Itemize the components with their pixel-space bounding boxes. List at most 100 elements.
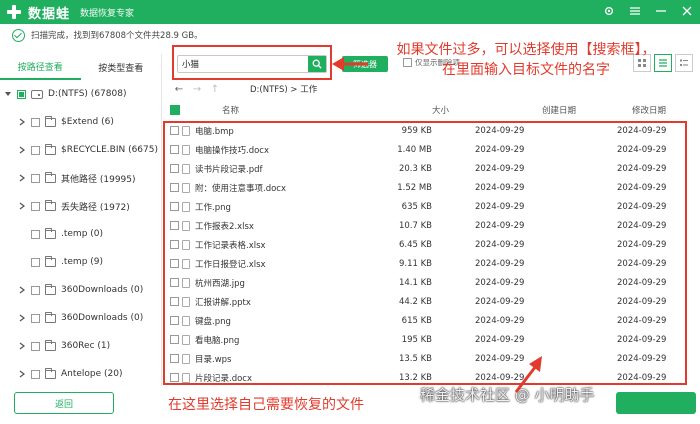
caret-right-icon[interactable] <box>18 202 26 210</box>
row-checkbox[interactable] <box>170 316 179 325</box>
app-logo-icon <box>6 4 22 20</box>
table-row[interactable]: 电脑操作技巧.docx 1.40 MB 2024-09-29 2024-09-29 <box>162 140 700 159</box>
file-modified: 2024-09-29 <box>617 163 667 174</box>
tree-item[interactable]: 其他路径 (19995) <box>18 170 136 186</box>
file-name: 工作.png <box>195 202 231 213</box>
row-checkbox[interactable] <box>170 354 179 363</box>
caret-right-icon[interactable] <box>18 174 26 182</box>
menu-icon[interactable] <box>628 4 642 18</box>
table-row[interactable]: 工作日报登记.xlsx 9.11 KB 2024-09-29 2024-09-29 <box>162 254 700 273</box>
tab-by-type[interactable]: 按类型查看 <box>81 54 162 80</box>
title-bar: 数据蛙 数据恢复专家 <box>0 0 700 24</box>
file-created: 2024-09-29 <box>475 163 525 174</box>
tab-by-path[interactable]: 按路径查看 <box>0 54 81 80</box>
row-checkbox[interactable] <box>170 278 179 287</box>
tree-item-checkbox[interactable] <box>31 285 40 295</box>
table-row[interactable]: 杭州西湖.jpg 14.1 KB 2024-09-29 2024-09-29 <box>162 273 700 292</box>
current-path: D:(NTFS) > 工作 <box>250 85 318 95</box>
tree-root-checkbox[interactable] <box>17 89 26 99</box>
file-name: 读书片段记录.pdf <box>195 164 263 175</box>
caret-down-icon[interactable] <box>4 90 12 98</box>
row-checkbox[interactable] <box>170 335 179 344</box>
tree-item-checkbox[interactable] <box>31 201 40 211</box>
table-row[interactable]: 工作记录表格.xlsx 6.45 KB 2024-09-29 2024-09-29 <box>162 235 700 254</box>
table-row[interactable]: 看电脑.png 195 KB 2024-09-29 2024-09-29 <box>162 330 700 349</box>
search-button[interactable] <box>308 56 326 72</box>
file-list: 电脑.bmp 959 KB 2024-09-29 2024-09-29 电脑操作技巧.… <box>162 121 700 385</box>
nav-up-icon[interactable]: ↑ <box>208 82 222 96</box>
table-row[interactable]: 目录.wps 13.5 KB 2024-09-29 2024-09-29 <box>162 349 700 368</box>
caret-right-icon[interactable] <box>18 286 26 294</box>
tree-item[interactable]: 360Downloads (0) <box>18 310 143 326</box>
tree-item-checkbox[interactable] <box>31 369 40 379</box>
row-checkbox[interactable] <box>170 240 179 249</box>
nav-forward-icon[interactable]: → <box>190 82 204 96</box>
row-checkbox[interactable] <box>170 183 179 192</box>
excel-file-icon <box>182 258 190 269</box>
file-name: 工作报表2.xlsx <box>195 221 254 232</box>
tree-item-checkbox[interactable] <box>31 229 40 239</box>
caret-right-icon[interactable] <box>18 342 26 350</box>
column-name[interactable]: 名称 <box>222 104 239 116</box>
watermark: 稀金技术社区 @ 小明助手 <box>420 386 595 404</box>
recover-button[interactable] <box>616 392 696 414</box>
tree-item-checkbox[interactable] <box>31 341 40 351</box>
tree-item[interactable]: Antelope (20) <box>18 366 123 382</box>
caret-right-icon[interactable] <box>18 314 26 322</box>
scan-status-text: 扫描完成，找到到67808个文件共28.9 GB。 <box>31 31 203 41</box>
file-created: 2024-09-29 <box>475 258 525 269</box>
column-modified[interactable]: 修改日期 <box>632 104 666 116</box>
tree-item[interactable]: .temp (9) <box>18 254 103 270</box>
row-checkbox[interactable] <box>170 297 179 306</box>
table-row[interactable]: 汇报讲解.pptx 44.2 KB 2024-09-29 2024-09-29 <box>162 292 700 311</box>
file-created: 2024-09-29 <box>475 144 525 155</box>
image-file-icon <box>182 277 190 288</box>
file-size: 10.7 KB <box>398 220 432 231</box>
tree-item[interactable]: 360Downloads (0) <box>18 282 143 298</box>
column-size[interactable]: 大小 <box>432 104 449 116</box>
row-checkbox[interactable] <box>170 373 179 382</box>
row-checkbox[interactable] <box>170 202 179 211</box>
table-row[interactable]: 读书片段记录.pdf 20.3 KB 2024-09-29 2024-09-29 <box>162 159 700 178</box>
caret-right-icon[interactable] <box>18 118 26 126</box>
nav-back-icon[interactable]: ← <box>172 82 186 96</box>
file-name: 附：使用注意事项.docx <box>195 183 287 194</box>
table-row[interactable]: 键盘.png 615 KB 2024-09-29 2024-09-29 <box>162 311 700 330</box>
tree-item[interactable]: $Extend (6) <box>18 114 114 130</box>
row-checkbox[interactable] <box>170 259 179 268</box>
tree-item-checkbox[interactable] <box>31 313 40 323</box>
close-icon[interactable] <box>680 4 694 18</box>
row-checkbox[interactable] <box>170 164 179 173</box>
minimize-icon[interactable] <box>654 4 668 18</box>
search-input[interactable] <box>178 59 306 69</box>
tree-item[interactable]: .temp (0) <box>18 226 103 242</box>
tree-root[interactable]: D:(NTFS) (67808) <box>4 86 126 102</box>
caret-right-icon[interactable] <box>18 370 26 378</box>
row-checkbox[interactable] <box>170 221 179 230</box>
table-row[interactable]: 电脑.bmp 959 KB 2024-09-29 2024-09-29 <box>162 121 700 140</box>
tree-item-label: .temp (0) <box>61 229 104 239</box>
tree-item[interactable]: 丢失路径 (1972) <box>18 198 130 214</box>
table-row[interactable]: 附：使用注意事项.docx 1.52 MB 2024-09-29 2024-09-29 <box>162 178 700 197</box>
tree-item-checkbox[interactable] <box>31 117 40 127</box>
file-modified: 2024-09-29 <box>617 125 667 136</box>
table-row[interactable]: 工作报表2.xlsx 10.7 KB 2024-09-29 2024-09-29 <box>162 216 700 235</box>
column-created[interactable]: 创建日期 <box>542 104 576 116</box>
file-modified: 2024-09-29 <box>617 144 667 155</box>
caret-right-icon[interactable] <box>18 146 26 154</box>
table-row[interactable]: 片段记录.docx 13.2 KB 2024-09-29 2024-09-29 <box>162 368 700 385</box>
tree-item[interactable]: $RECYCLE.BIN (6675) <box>18 142 158 158</box>
tree-item-label: $RECYCLE.BIN (6675) <box>61 145 158 155</box>
select-all-checkbox[interactable] <box>170 105 180 115</box>
settings-icon[interactable] <box>602 4 616 18</box>
tree-item-checkbox[interactable] <box>31 173 40 183</box>
tree-item-checkbox[interactable] <box>31 145 40 155</box>
tree-item-checkbox[interactable] <box>31 257 40 267</box>
tree-root-label: D:(NTFS) (67808) <box>48 89 127 99</box>
tree-item[interactable]: 360Rec (1) <box>18 338 110 354</box>
row-checkbox[interactable] <box>170 145 179 154</box>
view-tabs: 按路径查看 按类型查看 <box>0 54 161 80</box>
table-row[interactable]: 工作.png 635 KB 2024-09-29 2024-09-29 <box>162 197 700 216</box>
back-button[interactable]: 返回 <box>14 392 114 414</box>
row-checkbox[interactable] <box>170 126 179 135</box>
